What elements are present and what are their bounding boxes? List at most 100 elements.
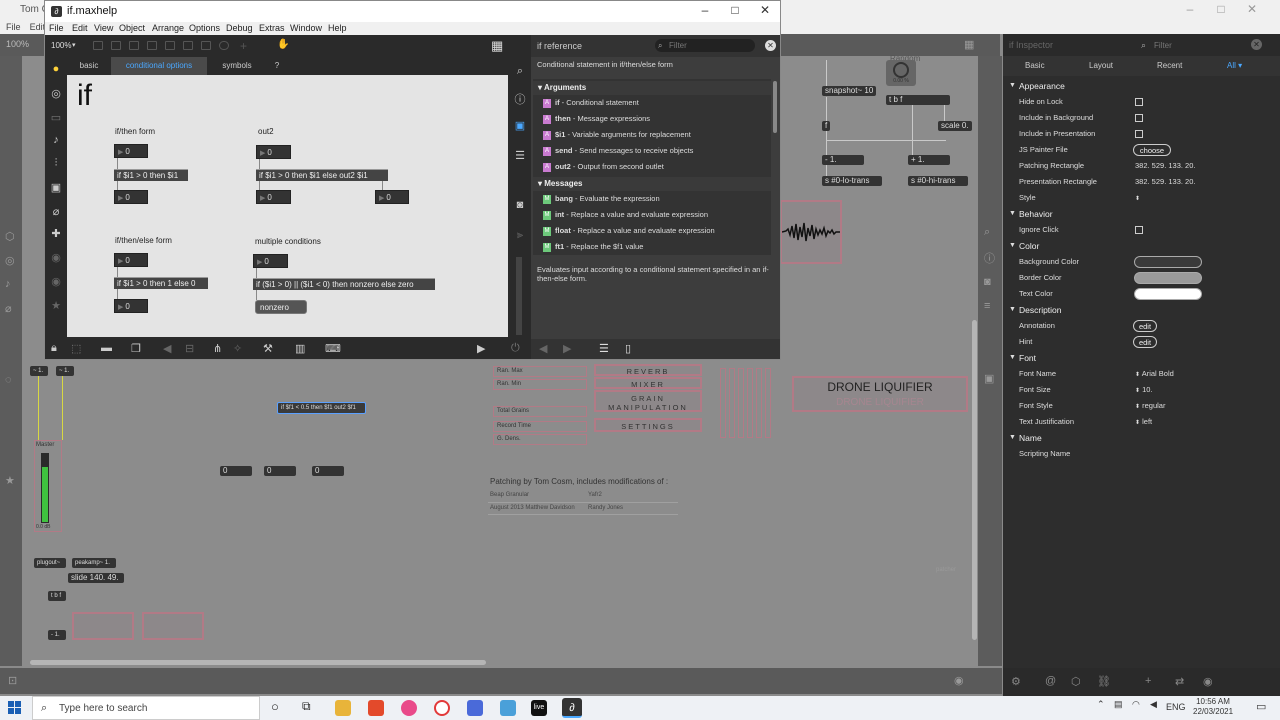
hand-icon[interactable]: ✋ bbox=[277, 39, 289, 50]
envelope-panel[interactable] bbox=[142, 612, 204, 640]
patch-object[interactable]: snapshot~ 10 bbox=[822, 86, 877, 96]
chevron-down-icon[interactable]: ▾ bbox=[72, 41, 76, 49]
inspector-stepper[interactable]: ⬍ regular bbox=[1135, 398, 1165, 415]
toolbar-tool-icon[interactable] bbox=[219, 41, 229, 50]
number-box[interactable]: ▶ 0 bbox=[114, 190, 148, 204]
app-icon[interactable] bbox=[500, 700, 516, 716]
number-box[interactable]: ▶ 0 bbox=[375, 190, 409, 204]
settings-button[interactable]: SETTINGS bbox=[594, 418, 702, 432]
number-box[interactable]: ▶ 0 bbox=[253, 254, 288, 268]
reference-item[interactable]: Mft1 - Replace the $f1 value bbox=[533, 239, 771, 255]
task-view-icon[interactable]: ⧉ bbox=[302, 699, 311, 714]
camera-icon[interactable]: ◙ bbox=[984, 276, 991, 288]
patch-object[interactable]: s #0-lo-trans bbox=[822, 176, 882, 186]
wrench-icon[interactable]: ⚒ bbox=[263, 342, 273, 355]
list-icon[interactable]: ☰ bbox=[599, 342, 609, 355]
camera-icon[interactable]: ◙ bbox=[513, 199, 527, 211]
lock-icon[interactable]: ⊡ bbox=[8, 674, 17, 687]
patch-object[interactable]: f bbox=[822, 121, 831, 131]
palette-icon[interactable]: ● bbox=[50, 63, 62, 75]
tab-recent[interactable]: Recent bbox=[1157, 61, 1182, 70]
list-icon[interactable]: ☰ bbox=[513, 149, 527, 162]
bell-icon[interactable]: ◌ bbox=[5, 374, 12, 386]
sliders-icon[interactable]: ⫸ bbox=[513, 229, 527, 242]
play-icon[interactable]: ◉ bbox=[954, 674, 964, 687]
window-icon[interactable]: ❐ bbox=[131, 342, 141, 355]
menu-help[interactable]: Help bbox=[328, 23, 347, 33]
reference-section-arguments[interactable]: ▾ Arguments bbox=[533, 81, 771, 95]
menu-arrange[interactable]: Arrange bbox=[152, 23, 184, 33]
presentation-icon[interactable]: ▬ bbox=[101, 342, 112, 354]
number-box[interactable]: ▶ 0 bbox=[256, 145, 291, 159]
audio-icon[interactable]: ◀ bbox=[163, 342, 171, 355]
edit-icon[interactable]: ⬚ bbox=[71, 342, 81, 355]
patch-object[interactable]: ~ 1. bbox=[30, 366, 48, 376]
magic-icon[interactable]: ✧ bbox=[233, 342, 242, 355]
image-icon[interactable]: ▣ bbox=[50, 181, 62, 194]
forward-icon[interactable]: ▶ bbox=[563, 342, 571, 355]
inspector-section-appearance[interactable]: ▼ Appearance bbox=[1003, 78, 1280, 94]
zoom-level[interactable]: 100% bbox=[51, 41, 71, 50]
star-icon[interactable]: ★ bbox=[50, 299, 62, 312]
help-scrollbar[interactable] bbox=[516, 257, 522, 335]
swap-icon[interactable]: ⇄ bbox=[1175, 675, 1184, 688]
reference-filter[interactable]: ⌕ Filter bbox=[655, 39, 755, 52]
if-else-object[interactable]: if $i1 > 0 then 1 else 0 bbox=[114, 277, 208, 289]
inspector-value[interactable]: 382. 529. 133. 20. bbox=[1135, 174, 1195, 190]
puzzle-icon[interactable]: ✚ bbox=[50, 227, 62, 240]
music-icon[interactable]: ♪ bbox=[5, 278, 11, 290]
file-explorer-icon[interactable] bbox=[335, 700, 351, 716]
toolbar-tool-icon[interactable] bbox=[111, 41, 121, 50]
inspector-section-color[interactable]: ▼ Color bbox=[1003, 238, 1280, 254]
hierarchy-icon[interactable]: ⋔ bbox=[213, 342, 222, 355]
patch-object[interactable]: s #0-hi-trans bbox=[908, 176, 968, 186]
inspector-icon[interactable]: ▣ bbox=[513, 119, 527, 132]
chevron-up-icon[interactable]: ⌃ bbox=[1097, 699, 1105, 710]
office-icon[interactable] bbox=[368, 700, 384, 716]
lock-icon[interactable]: 🔒︎ bbox=[51, 342, 57, 355]
close-icon[interactable]: ✕ bbox=[1244, 2, 1260, 16]
patch-object[interactable]: plugout~ bbox=[34, 558, 66, 568]
menu-view[interactable]: View bbox=[94, 23, 113, 33]
sliders-icon[interactable]: ≡ bbox=[984, 300, 990, 312]
cube-icon[interactable]: ⬡ bbox=[5, 230, 15, 243]
inspector-section-name[interactable]: ▼ Name bbox=[1003, 430, 1280, 446]
power-icon[interactable]: ⏻ bbox=[511, 342, 520, 355]
opera-icon[interactable] bbox=[434, 700, 450, 716]
patch-object[interactable]: + 1. bbox=[908, 155, 950, 165]
color-swatch[interactable] bbox=[1134, 272, 1202, 284]
windows-start-icon[interactable] bbox=[8, 701, 22, 715]
menu-file[interactable]: File bbox=[49, 23, 64, 33]
inspector-checkbox[interactable] bbox=[1135, 226, 1143, 234]
sequence-icon[interactable]: ⫶ bbox=[50, 157, 62, 170]
bell-icon[interactable]: ◉ bbox=[50, 251, 62, 264]
inspector-section-font[interactable]: ▼ Font bbox=[1003, 350, 1280, 366]
inspector-stepper[interactable]: ⬍ bbox=[1135, 190, 1140, 207]
search-icon[interactable]: ⌕ bbox=[513, 65, 527, 78]
tab-all[interactable]: All ▾ bbox=[1227, 61, 1242, 70]
number-box[interactable]: ▶ 0 bbox=[114, 144, 148, 158]
tab-help[interactable]: ? bbox=[267, 57, 287, 75]
wifi-icon[interactable]: ◠ bbox=[1132, 699, 1140, 710]
close-icon[interactable]: ✕ bbox=[1251, 39, 1262, 50]
reference-item[interactable]: Aout2 - Output from second outlet bbox=[533, 159, 771, 175]
star-icon[interactable]: ★ bbox=[5, 474, 15, 487]
menu-debug[interactable]: Debug bbox=[226, 23, 253, 33]
play-icon[interactable]: ▶ bbox=[477, 342, 485, 355]
inspector-stepper[interactable]: ⬍ Arial Bold bbox=[1135, 366, 1174, 383]
close-icon[interactable]: ✕ bbox=[765, 40, 776, 51]
number-box[interactable]: ▶ 0 bbox=[114, 299, 148, 313]
patch-object[interactable]: t b f bbox=[48, 591, 66, 601]
inspector-filter[interactable]: ⌕ Filter bbox=[1141, 39, 1249, 52]
keyboard-icon[interactable]: ⌨ bbox=[325, 342, 341, 355]
menu-options[interactable]: Options bbox=[189, 23, 220, 33]
patch-object[interactable]: peakamp~ 1. bbox=[72, 558, 116, 568]
number-box[interactable]: ▶ 0 bbox=[256, 190, 291, 204]
menu-edit[interactable]: Edit bbox=[30, 20, 46, 34]
piano-icon[interactable]: ▥ bbox=[295, 342, 305, 355]
reference-scrollbar[interactable] bbox=[773, 81, 777, 133]
inspector-checkbox[interactable] bbox=[1135, 130, 1143, 138]
plus-icon[interactable]: + bbox=[240, 39, 247, 53]
language-indicator[interactable]: ENG bbox=[1166, 702, 1186, 712]
split-icon[interactable]: ⊟ bbox=[185, 342, 194, 355]
